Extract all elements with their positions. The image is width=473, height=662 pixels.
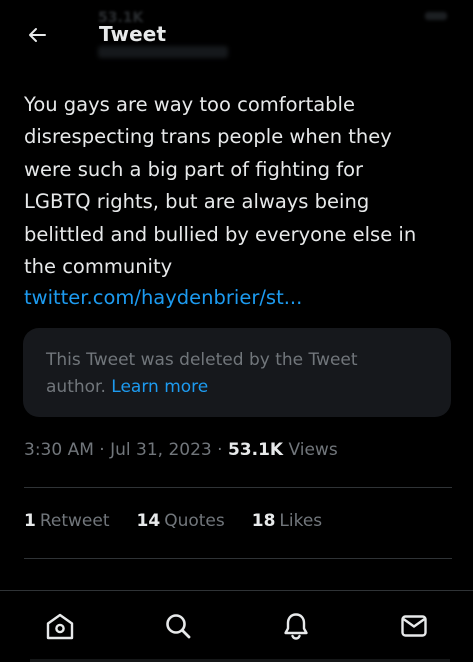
page-title: Tweet — [99, 22, 167, 46]
views-count: 53.1K — [227, 440, 284, 460]
search-icon — [163, 611, 193, 645]
tweet-link[interactable]: twitter.com/haydenbrier/st... — [24, 282, 302, 314]
home-icon — [45, 611, 75, 645]
top-header: 53.1K Tweet — [0, 0, 473, 70]
tweet-time[interactable]: 3:30 AM — [24, 440, 94, 460]
tweet-text-line: were such a big part of fighting for — [24, 157, 364, 181]
retweets-label: Retweet — [39, 511, 110, 531]
tweet-text-line: the community — [24, 255, 173, 279]
quotes-label: Quotes — [164, 511, 225, 531]
learn-more-link[interactable]: Learn more — [111, 377, 208, 397]
deleted-quote-text: This Tweet was deleted by the Tweet auth… — [46, 347, 426, 401]
messages-mail-icon — [399, 611, 429, 645]
retweets-count: 1 — [24, 511, 36, 531]
likes-label: Likes — [279, 511, 323, 531]
divider — [24, 487, 452, 488]
quotes-stat[interactable]: 14 Quotes — [137, 511, 225, 531]
bottom-nav — [0, 590, 473, 662]
meta-separator: · — [99, 440, 105, 460]
nav-messages-button[interactable] — [397, 611, 431, 645]
deleted-quote-line: This Tweet was deleted by the Tweet — [46, 350, 358, 370]
tweet-text-line: LGBTQ rights, but are always being — [24, 190, 370, 214]
likes-stat[interactable]: 18 Likes — [252, 511, 322, 531]
tweet-date[interactable]: Jul 31, 2023 — [110, 440, 212, 460]
tweet-meta: 3:30 AM · Jul 31, 2023 · 53.1K Views — [24, 440, 338, 460]
deleted-quote-line: author. Learn more — [46, 374, 426, 401]
tweet-text-line: You gays are way too comfortable — [24, 93, 355, 116]
ghost-header-right — [425, 12, 447, 20]
tweet-text-line: belittled and bullied by everyone else i… — [24, 222, 417, 246]
engagement-stats: 1 Retweet 14 Quotes 18 Likes — [24, 511, 349, 531]
notifications-bell-icon — [281, 611, 311, 645]
views-label: Views — [288, 440, 338, 460]
retweets-stat[interactable]: 1 Retweet — [24, 511, 110, 531]
ghost-header-subtitle — [98, 46, 228, 58]
meta-separator: · — [217, 440, 223, 460]
nav-notifications-button[interactable] — [279, 611, 313, 645]
tweet-text-line: disrespecting trans people when they — [24, 125, 392, 149]
tweet-detail-screen: 53.1K Tweet You gays are way too comfort… — [0, 0, 473, 662]
nav-search-button[interactable] — [161, 611, 195, 645]
deleted-quote-author: author. — [46, 377, 106, 397]
divider — [24, 558, 452, 559]
nav-home-button[interactable] — [43, 611, 77, 645]
back-button[interactable] — [20, 20, 54, 54]
quotes-count: 14 — [136, 511, 161, 531]
likes-count: 18 — [251, 511, 276, 531]
arrow-left-icon — [25, 23, 49, 51]
tweet-text: You gays are way too comfortable disresp… — [24, 89, 454, 283]
deleted-quote-card: This Tweet was deleted by the Tweet auth… — [23, 328, 451, 417]
